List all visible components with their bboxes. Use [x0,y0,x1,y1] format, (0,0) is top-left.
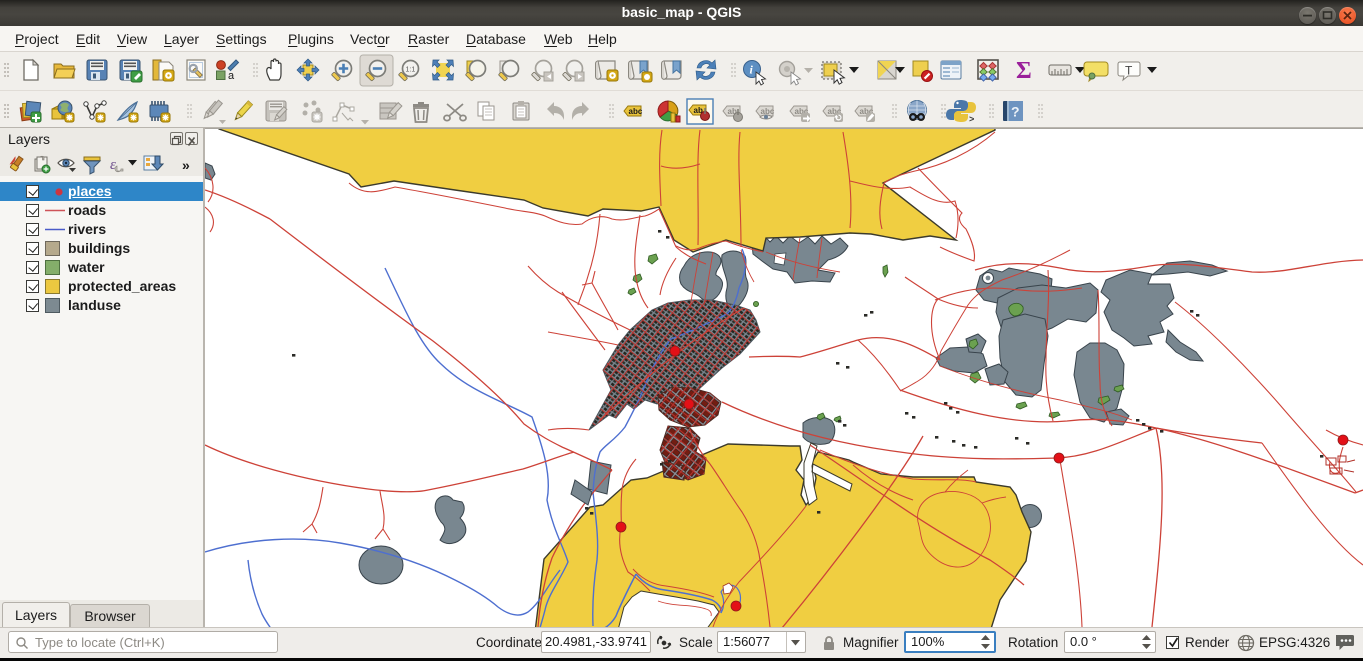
svg-text:T: T [1125,64,1133,78]
svg-text:»: » [182,157,190,173]
svg-text:Σ: Σ [1016,58,1032,84]
svg-text:>: > [969,115,974,125]
svg-text:?: ? [1011,104,1020,120]
svg-text:abc: abc [761,107,775,116]
svg-text:1:1: 1:1 [406,67,416,74]
svg-text:a: a [228,70,235,82]
svg-text:abc: abc [629,107,643,116]
